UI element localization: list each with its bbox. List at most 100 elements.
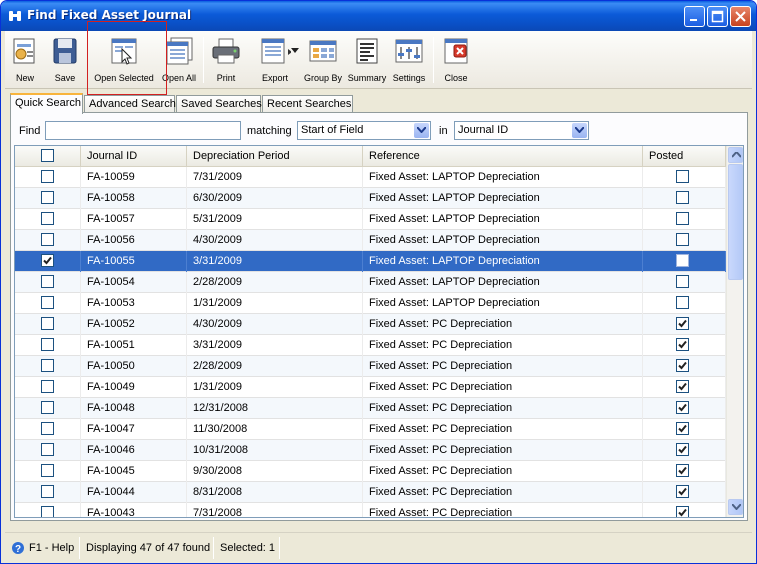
summary-button[interactable]: Summary: [345, 34, 389, 86]
row-select-cell[interactable]: [15, 314, 81, 335]
table-row[interactable]: FA-10047 11/30/2008 Fixed Asset: PC Deprec…: [15, 419, 726, 440]
table-row[interactable]: FA-10056 4/30/2009 Fixed Asset: LAPTOP Dep…: [15, 230, 726, 251]
row-select-cell[interactable]: [15, 272, 81, 293]
table-row[interactable]: FA-10048 12/31/2008 Fixed Asset: PC Deprec…: [15, 398, 726, 419]
vertical-scrollbar[interactable]: [726, 146, 743, 517]
maximize-button[interactable]: [707, 6, 728, 27]
row-select-checkbox[interactable]: [41, 296, 54, 309]
row-select-checkbox[interactable]: [41, 464, 54, 477]
export-button[interactable]: Export: [249, 34, 301, 86]
row-select-checkbox[interactable]: [41, 254, 54, 267]
row-select-checkbox[interactable]: [41, 191, 54, 204]
close-button[interactable]: Close: [437, 34, 475, 86]
table-row[interactable]: FA-10052 4/30/2009 Fixed Asset: PC Depreci…: [15, 314, 726, 335]
group-by-label: Group By: [303, 73, 343, 83]
table-row[interactable]: FA-10050 2/28/2009 Fixed Asset: PC Depreci…: [15, 356, 726, 377]
scroll-down-button[interactable]: [728, 499, 743, 515]
dropdown-arrow[interactable]: [572, 123, 587, 138]
table-row[interactable]: FA-10051 3/31/2009 Fixed Asset: PC Depreci…: [15, 335, 726, 356]
new-button[interactable]: New: [7, 34, 43, 86]
chevron-down-icon[interactable]: [291, 48, 299, 54]
open-all-button[interactable]: Open All: [159, 34, 199, 86]
table-row[interactable]: FA-10044 8/31/2008 Fixed Asset: PC Depreci…: [15, 482, 726, 503]
check-mark-icon: [678, 466, 687, 475]
row-select-cell[interactable]: [15, 461, 81, 482]
table-row[interactable]: FA-10058 6/30/2009 Fixed Asset: LAPTOP Dep…: [15, 188, 726, 209]
row-select-cell[interactable]: [15, 230, 81, 251]
row-select-checkbox[interactable]: [41, 443, 54, 456]
row-select-checkbox[interactable]: [41, 212, 54, 225]
tab-advanced-search[interactable]: Advanced Search: [84, 95, 176, 113]
row-select-cell[interactable]: [15, 209, 81, 230]
settings-label: Settings: [392, 73, 426, 83]
table-row[interactable]: FA-10055 3/31/2009 Fixed Asset: LAPTOP Dep…: [15, 251, 726, 272]
tab-quick-search[interactable]: Quick Search: [10, 93, 83, 114]
table-row[interactable]: FA-10059 7/31/2009 Fixed Asset: LAPTOP Dep…: [15, 167, 726, 188]
save-button[interactable]: Save: [47, 34, 83, 86]
table-row[interactable]: FA-10054 2/28/2009 Fixed Asset: LAPTOP Dep…: [15, 272, 726, 293]
column-header-reference[interactable]: Reference: [363, 146, 643, 167]
table-row[interactable]: FA-10057 5/31/2009 Fixed Asset: LAPTOP Dep…: [15, 209, 726, 230]
posted-checkbox: [676, 380, 689, 393]
row-select-checkbox[interactable]: [41, 317, 54, 330]
row-select-cell[interactable]: [15, 293, 81, 314]
row-select-cell[interactable]: [15, 398, 81, 419]
table-row[interactable]: FA-10049 1/31/2009 Fixed Asset: PC Depreci…: [15, 377, 726, 398]
tab-saved-searches[interactable]: Saved Searches: [176, 95, 262, 113]
row-select-checkbox[interactable]: [41, 170, 54, 183]
row-select-cell[interactable]: [15, 419, 81, 440]
select-all-column-header[interactable]: [15, 146, 81, 167]
in-field-select[interactable]: Journal ID: [454, 121, 589, 140]
open-selected-button[interactable]: Open Selected: [91, 34, 157, 86]
row-select-checkbox[interactable]: [41, 380, 54, 393]
group-by-button[interactable]: Group By: [301, 34, 345, 86]
row-select-checkbox[interactable]: [41, 485, 54, 498]
row-select-checkbox[interactable]: [41, 359, 54, 372]
row-select-cell[interactable]: [15, 482, 81, 503]
column-header-journal-id[interactable]: Journal ID: [81, 146, 187, 167]
row-select-cell[interactable]: [15, 503, 81, 517]
row-select-checkbox[interactable]: [41, 401, 54, 414]
settings-button[interactable]: Settings: [389, 34, 429, 86]
row-select-cell[interactable]: [15, 167, 81, 188]
close-window-button[interactable]: [730, 6, 751, 27]
row-select-cell[interactable]: [15, 251, 81, 272]
matching-select[interactable]: Start of Field: [297, 121, 431, 140]
dropdown-arrow[interactable]: [414, 123, 429, 138]
scroll-up-button[interactable]: [728, 147, 743, 163]
row-select-checkbox[interactable]: [41, 275, 54, 288]
toolbar-separator: [203, 37, 204, 83]
depreciation-period-cell: 9/30/2008: [187, 461, 363, 482]
row-select-cell[interactable]: [15, 188, 81, 209]
row-select-cell[interactable]: [15, 356, 81, 377]
help-status[interactable]: F1 - Help: [25, 539, 78, 557]
title-bar[interactable]: Find Fixed Asset Journal: [1, 1, 756, 31]
toolbar: New Save Open Selected Open All Print Ex…: [5, 31, 752, 89]
table-row[interactable]: FA-10046 10/31/2008 Fixed Asset: PC Deprec…: [15, 440, 726, 461]
row-select-checkbox[interactable]: [41, 233, 54, 246]
select-all-checkbox[interactable]: [41, 149, 54, 162]
maximize-icon: [711, 10, 724, 23]
row-select-cell[interactable]: [15, 377, 81, 398]
selected-count-status: Selected: 1: [220, 542, 276, 554]
column-header-depreciation-period[interactable]: Depreciation Period: [187, 146, 363, 167]
tab-recent-searches[interactable]: Recent Searches: [262, 95, 353, 113]
find-input[interactable]: [45, 121, 241, 140]
row-select-checkbox[interactable]: [41, 338, 54, 351]
scroll-thumb[interactable]: [728, 164, 743, 280]
depreciation-period-cell: 7/31/2009: [187, 167, 363, 188]
chevron-down-icon: [575, 127, 584, 133]
print-button[interactable]: Print: [207, 34, 245, 86]
open-selected-label: Open Selected: [94, 73, 154, 83]
row-select-cell[interactable]: [15, 335, 81, 356]
row-select-checkbox[interactable]: [41, 506, 54, 517]
table-row[interactable]: FA-10053 1/31/2009 Fixed Asset: LAPTOP Dep…: [15, 293, 726, 314]
table-row[interactable]: FA-10045 9/30/2008 Fixed Asset: PC Depreci…: [15, 461, 726, 482]
minimize-button[interactable]: [684, 6, 705, 27]
row-select-cell[interactable]: [15, 440, 81, 461]
check-mark-icon: [678, 487, 687, 496]
column-header-posted[interactable]: Posted: [643, 146, 726, 167]
journal-id-cell: FA-10057: [81, 209, 187, 230]
table-row[interactable]: FA-10043 7/31/2008 Fixed Asset: PC Depreci…: [15, 503, 726, 517]
row-select-checkbox[interactable]: [41, 422, 54, 435]
